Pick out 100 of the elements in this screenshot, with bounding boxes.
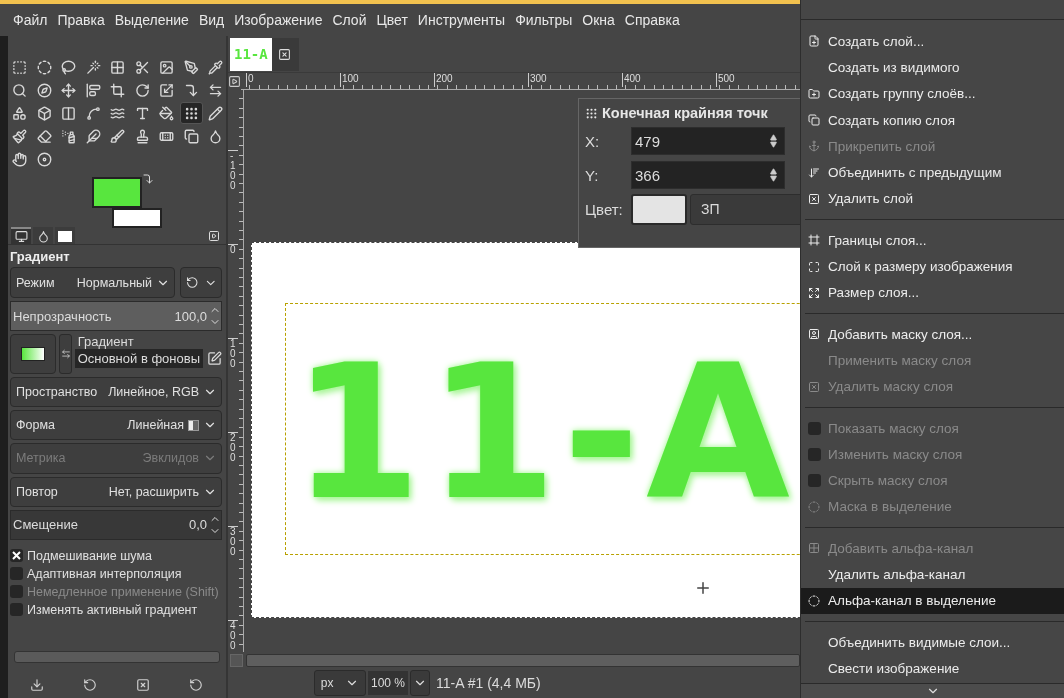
edit-icon[interactable] [207, 351, 222, 367]
checkbox-label[interactable]: Адаптивная интерполяция [27, 566, 182, 581]
checkbox-label[interactable]: Подмешивание шума [27, 548, 152, 563]
delete-button[interactable] [135, 678, 150, 692]
checkbox-label[interactable]: Изменять активный градиент [27, 602, 198, 617]
dashed-circle-icon [808, 594, 820, 607]
ruler-label: 300 [528, 73, 622, 87]
ruler-label: 100 [340, 73, 434, 87]
menu-item[interactable]: Альфа-канал в выделение [801, 587, 1064, 614]
option-dropdown[interactable]: Пространство Линейное, RGB [10, 377, 222, 408]
droplet-icon [36, 230, 50, 243]
dashed-circle-icon [36, 59, 52, 75]
horizontal-scrollbar[interactable] [246, 653, 800, 667]
menu-item[interactable]: Размер слоя... [801, 279, 1064, 306]
menu-item[interactable]: Фильтры [510, 12, 578, 28]
foreground-color-swatch[interactable] [92, 177, 142, 208]
align-icon [85, 82, 101, 98]
ruler-label: 200 [434, 73, 528, 87]
menu-item[interactable]: Удалить слой [801, 185, 1064, 213]
mode-dropdown[interactable]: Режим Нормальный [10, 267, 175, 298]
up-arrow-icon[interactable] [770, 168, 777, 175]
menu-item[interactable]: Границы слоя... [801, 227, 1064, 254]
up-arrow-icon[interactable] [770, 134, 777, 141]
shapes-icon [12, 105, 27, 121]
reset-mode-dropdown[interactable] [180, 267, 222, 298]
checkbox[interactable] [10, 603, 23, 617]
close-icon[interactable] [277, 47, 291, 61]
y-field[interactable]: 366 [631, 161, 785, 189]
dock-tab[interactable] [33, 227, 53, 244]
ruler-label: 0 [246, 73, 340, 87]
close-square-icon [808, 192, 820, 205]
menu-item[interactable]: Создать копию слоя [801, 106, 1064, 134]
menu-item[interactable]: Удалить альфа-канал [801, 561, 1064, 588]
down-arrow-icon[interactable] [770, 141, 777, 148]
menu-item[interactable]: Вид [193, 12, 230, 28]
menu-item[interactable]: Выделение [109, 12, 194, 28]
frame-icon [808, 234, 820, 247]
eraser-icon [36, 128, 52, 144]
quick-mask-toggle[interactable] [230, 653, 243, 667]
menu-item[interactable]: Создать слой... [801, 28, 1064, 55]
checkbox[interactable] [10, 549, 23, 563]
color-swatch[interactable] [631, 193, 687, 225]
columns-icon [61, 105, 76, 121]
zoom-dropdown[interactable] [410, 670, 431, 696]
menu-item[interactable]: Справка [619, 12, 685, 28]
restore-button[interactable] [82, 678, 97, 692]
image-thumbnail [58, 231, 72, 242]
checkbox[interactable] [10, 567, 23, 581]
ruler-label: 300 [228, 526, 238, 620]
offset-slider[interactable]: Смещение 0,0 [10, 509, 222, 540]
feather-icon [85, 128, 101, 144]
menu-item[interactable]: Окна [577, 12, 620, 28]
text-tool-icon [134, 105, 150, 121]
dots-grid-tool-button[interactable] [179, 102, 203, 124]
ruler-label: -100 [228, 150, 238, 244]
reverse-button[interactable] [59, 334, 72, 375]
save-button[interactable] [29, 678, 44, 692]
menu-item[interactable]: Инструменты [412, 12, 511, 28]
lasso-icon [61, 59, 76, 75]
menu-item[interactable]: Объединить видимые слои... [801, 628, 1064, 656]
down-arrow-icon[interactable] [770, 175, 777, 182]
ruler-label: 400 [622, 73, 716, 87]
color-field[interactable]: ЗП [690, 193, 800, 225]
ruler-menu-icon[interactable] [228, 75, 241, 88]
menu-item[interactable]: Файл [8, 12, 53, 28]
spline-icon [85, 105, 101, 121]
option-dropdown[interactable]: Форма Линейная [10, 410, 222, 441]
panel-menu-icon[interactable] [208, 229, 220, 242]
paintbrush-icon [12, 128, 27, 144]
zoom-field[interactable]: 100 % [368, 671, 409, 695]
menu-item[interactable]: Добавить маску слоя... [801, 320, 1064, 348]
field-label: Градиент [76, 334, 135, 350]
background-color-swatch[interactable] [112, 208, 162, 228]
gradient-button[interactable] [10, 334, 57, 375]
flip-icon [60, 349, 71, 360]
disc-icon [36, 151, 52, 167]
dock-tab[interactable] [55, 227, 75, 244]
swap-arrow-icon[interactable] [142, 173, 154, 185]
cube-icon [36, 105, 52, 121]
brush-icon [110, 128, 125, 144]
wand-icon [85, 59, 101, 75]
gradient-name-field[interactable]: Основной в фоновы [74, 349, 203, 369]
menu-item[interactable]: Правка [52, 12, 110, 28]
menu-item[interactable]: Свести изображение [801, 655, 1064, 682]
paint-bucket-icon [159, 105, 174, 121]
option-dropdown[interactable]: Повтор Нет, расширить [10, 476, 222, 507]
field-label: Непрозрачность [13, 308, 112, 324]
menu-item[interactable]: Слой [327, 12, 372, 28]
dock-tab[interactable] [11, 227, 31, 244]
crop-icon [110, 82, 125, 98]
menu-item[interactable]: Слой к размеру изображения [801, 253, 1064, 280]
crosshair-icon [694, 579, 712, 597]
menu-item[interactable]: Изображение [229, 12, 328, 28]
x-field[interactable]: 479 [631, 127, 785, 155]
unit-dropdown[interactable]: px [314, 670, 366, 696]
reset-button[interactable] [188, 678, 203, 692]
corner-arrow-icon [183, 82, 199, 98]
menu-item[interactable]: Цвет [371, 12, 413, 28]
copy-icon [808, 114, 820, 127]
menu-item[interactable]: Объединить с предыдущим [801, 159, 1064, 186]
